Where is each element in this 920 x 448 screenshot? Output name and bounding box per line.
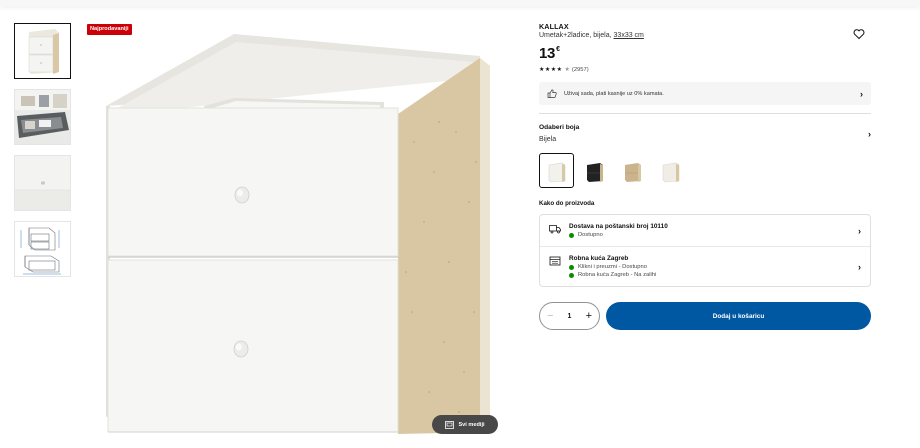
purchase-row: − 1 + Dodaj u košaricu [539,302,871,330]
truck-icon [549,225,561,234]
store-title: Robna kuća Zagreb [569,255,629,262]
swatch-white[interactable] [539,153,574,188]
chevron-right-icon: › [858,261,861,272]
store-click-collect: Klikni i preuzmi - Dostupno [578,264,647,270]
pay-later-text: Uživaj sada, plati kasnije uz 0% kamata. [564,90,664,97]
product-description: Umetak+2ladice, bijela, 33x33 cm [539,32,871,39]
available-dot-icon [569,264,574,270]
product-main-image[interactable] [84,22,506,438]
store-icon [549,256,561,266]
thumb-closeup-image [15,156,70,210]
color-selector[interactable]: Odaberi boja Bijela › [539,124,871,143]
chevron-right-icon: › [868,128,871,139]
delivery-option[interactable]: Dostava na poštanski broj 10110 Dostupno… [540,215,870,246]
availability-box: Dostava na poštanski broj 10110 Dostupno… [539,214,871,287]
delivery-status: Dostupno [578,232,603,238]
top-bar [0,0,920,6]
store-stock: Robna kuća Zagreb - Na zalihi [578,272,657,278]
add-to-cart-button[interactable]: Dodaj u košaricu [606,302,871,330]
swatch-black[interactable] [577,153,612,188]
divider [539,113,871,114]
rating-summary[interactable]: ★★★★ ★ (2957) [539,66,871,74]
star-rating-icon: ★★★★ [539,67,563,73]
thumb-front-image [15,24,70,78]
product-measure-link[interactable]: 33x33 cm [614,32,644,39]
all-media-button[interactable]: Svi mediji [432,415,498,434]
thumb-interior[interactable] [14,89,71,145]
product-info-panel: KALLAX Umetak+2ladice, bijela, 33x33 cm … [539,22,871,330]
swatch-white-oak-image [662,162,679,182]
color-selected-value: Bijela [539,136,557,143]
favourite-heart-icon[interactable] [853,28,865,40]
quantity-stepper[interactable]: − 1 + [539,302,600,330]
available-dot-icon [569,232,574,238]
quantity-value[interactable]: 1 [568,313,572,320]
swatch-white-oak[interactable] [653,153,688,188]
swatch-oak[interactable] [615,153,650,188]
product-price: 13€ [539,45,871,62]
product-brand: KALLAX [539,22,569,31]
swatch-white-image [548,162,565,182]
swatch-black-image [586,162,603,182]
how-to-get-title: Kako do proizvoda [539,200,595,207]
thumb-interior-image [15,90,70,144]
color-swatches [539,153,871,188]
bestseller-badge: Najprodavaniji [87,24,132,35]
store-option[interactable]: Robna kuća Zagreb Klikni i preuzmi - Dos… [540,246,870,286]
half-star-icon: ★ [564,67,570,73]
thumbnail-list [14,23,72,287]
thumb-drawing[interactable] [14,221,71,277]
price-whole: 13 [539,45,556,62]
all-media-label: Svi mediji [458,421,485,428]
price-currency: € [556,46,560,53]
swatch-oak-image [624,162,641,182]
review-count: (2957) [571,66,589,73]
delivery-title: Dostava na poštanski broj 10110 [569,223,668,230]
decrease-quantity-button[interactable]: − [547,310,553,322]
kallax-insert-illustration [106,34,490,434]
increase-quantity-button[interactable]: + [586,310,592,322]
thumb-front[interactable] [14,23,71,79]
gallery-icon [445,420,455,429]
thumb-closeup[interactable] [14,155,71,211]
available-dot-icon [569,272,574,278]
color-title: Odaberi boja [539,124,580,131]
thumbs-up-icon [547,89,557,98]
chevron-right-icon: › [858,225,861,236]
product-type: Umetak+2ladice, bijela, [539,32,612,39]
thumb-drawing-image [15,222,70,276]
chevron-right-icon: › [860,88,863,99]
pay-later-banner[interactable]: Uživaj sada, plati kasnije uz 0% kamata.… [539,82,871,105]
